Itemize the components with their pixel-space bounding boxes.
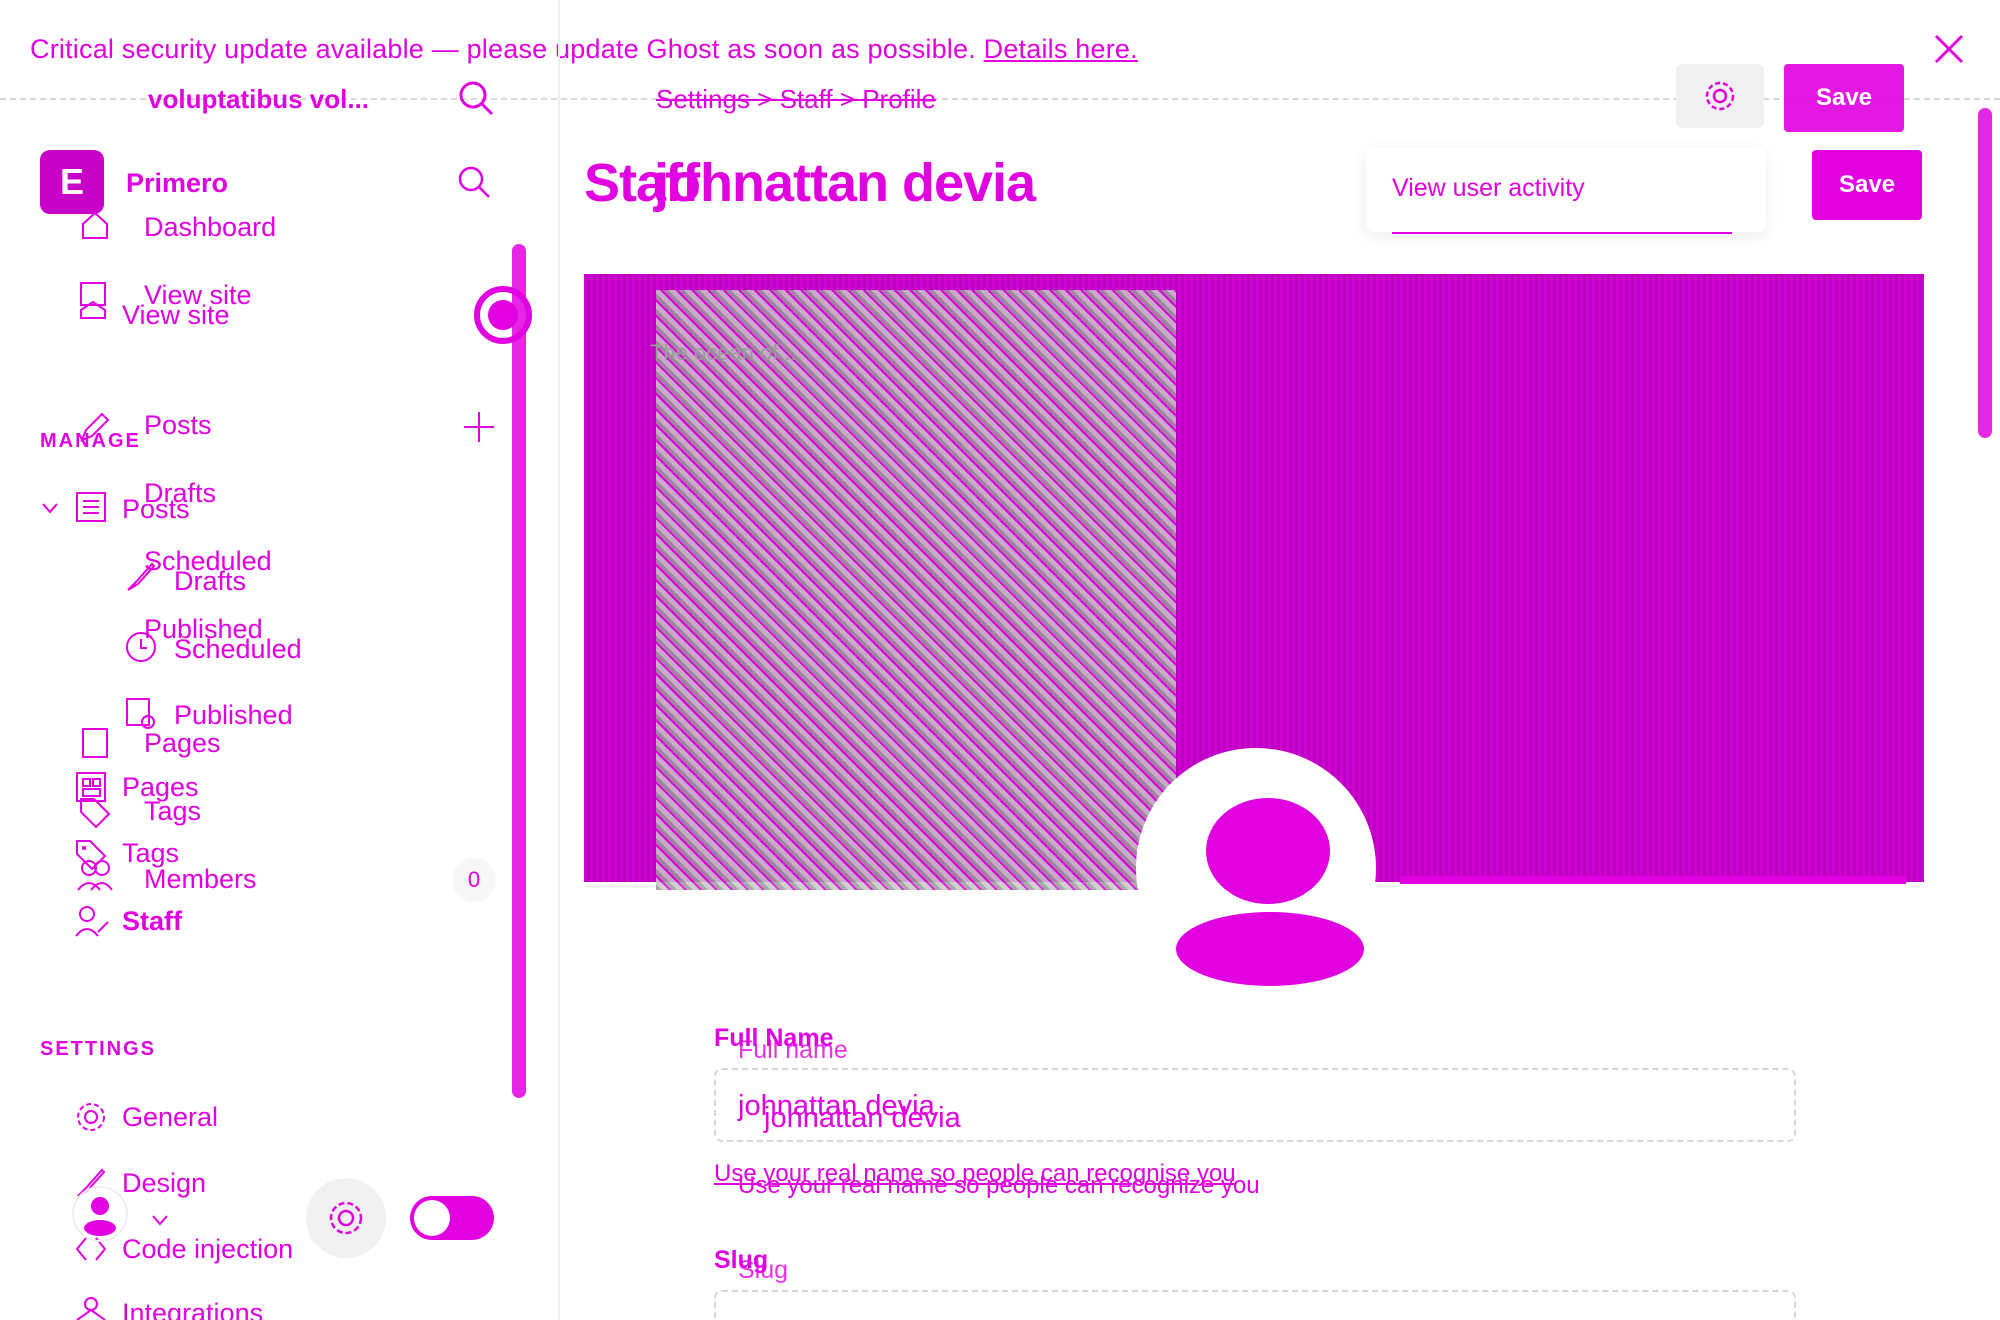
members-icon [77, 860, 113, 891]
plus-icon[interactable] [462, 410, 496, 444]
cover-edge [1400, 876, 1906, 884]
footer-settings-button[interactable] [306, 1178, 386, 1258]
published-icon [126, 698, 155, 729]
chevron-down-icon[interactable] [40, 498, 60, 518]
banner-message: Critical security update available — ple… [30, 34, 1138, 65]
sidebar-item-view-site-back[interactable]: View site [122, 300, 230, 331]
sidebar-item-members[interactable]: Members [144, 864, 257, 895]
site-title[interactable]: Primero [126, 168, 228, 199]
full-name-value-ghost: johnattan devia [764, 1102, 961, 1134]
cover-caption: The ocean of ... [650, 340, 803, 365]
page-icon [82, 728, 108, 758]
sidebar-item-design[interactable]: Design [122, 1168, 206, 1199]
slug-input[interactable] [714, 1290, 1796, 1320]
slug-label-ghost: Slug [738, 1256, 789, 1284]
close-icon[interactable] [1932, 32, 1966, 66]
sidebar-item-integrations[interactable]: Integrations [122, 1298, 263, 1320]
view-site-icon [80, 282, 106, 319]
cover-photo [656, 290, 1176, 890]
save-button-top[interactable]: Save [1784, 64, 1904, 132]
home-icon [82, 211, 108, 239]
sidebar-item-posts[interactable]: Posts [144, 410, 212, 441]
search-icon[interactable] [456, 78, 496, 118]
sidebar-item-general[interactable]: General [122, 1102, 218, 1133]
integrations-icon [76, 1297, 106, 1320]
banner-details-link[interactable]: Details here. [984, 34, 1138, 64]
sidebar-item-pages[interactable]: Pages [144, 728, 221, 759]
sidebar-item-staff[interactable]: Staff [122, 906, 182, 937]
gear-icon [329, 1201, 363, 1235]
gear-icon [1705, 81, 1735, 111]
avatar-head [1206, 798, 1330, 904]
search-icon[interactable] [456, 164, 492, 200]
pencil-icon [80, 412, 110, 442]
sidebar-item-tags[interactable]: Tags [144, 796, 201, 827]
sidebar-item-dashboard[interactable]: Dashboard [144, 212, 276, 243]
chevron-down-icon[interactable] [150, 1210, 170, 1230]
full-name-label-ghost: Full name [738, 1036, 848, 1064]
view-user-activity-item[interactable]: View user activity [1392, 174, 1585, 203]
clock-icon [126, 632, 156, 662]
banner-text: Critical security update available — ple… [30, 34, 976, 64]
full-name-hint-ghost: Use your real name so people can recogni… [738, 1172, 1260, 1199]
save-button[interactable]: Save [1812, 150, 1922, 220]
site-logo: E [40, 150, 104, 214]
gear-icon [77, 1103, 105, 1131]
sidebar-item-code-injection[interactable]: Code injection [122, 1234, 293, 1265]
page-title-name: johnattan devia [654, 153, 1036, 213]
user-icon [84, 1197, 116, 1236]
avatar-body [1176, 912, 1364, 986]
staff-icon [75, 906, 109, 937]
dropdown-underline [1392, 232, 1732, 234]
sidebar-item-posts-back[interactable]: Posts [122, 494, 190, 525]
settings-section-label: SETTINGS [40, 1038, 157, 1060]
sidebar-divider [558, 0, 560, 1320]
main-scrollbar[interactable] [1978, 108, 1992, 438]
site-name-short[interactable]: voluptatibus vol... [148, 84, 369, 115]
settings-gear-button[interactable] [1676, 64, 1764, 128]
toggle-dot [488, 300, 518, 330]
breadcrumb[interactable]: Settings > Staff > Profile [656, 84, 936, 115]
toggle-knob [414, 1200, 450, 1236]
brush-icon [127, 562, 156, 591]
sidebar-item-published-back[interactable]: Published [174, 700, 293, 731]
sidebar-scrollbar[interactable] [512, 244, 526, 1098]
tag-icon [80, 798, 111, 829]
members-count-badge: 0 [452, 858, 496, 902]
posts-icon [76, 492, 106, 522]
sidebar-item-scheduled-back[interactable]: Scheduled [174, 634, 302, 665]
user-avatar[interactable] [72, 1186, 128, 1242]
sidebar-item-drafts-back[interactable]: Drafts [174, 566, 246, 597]
